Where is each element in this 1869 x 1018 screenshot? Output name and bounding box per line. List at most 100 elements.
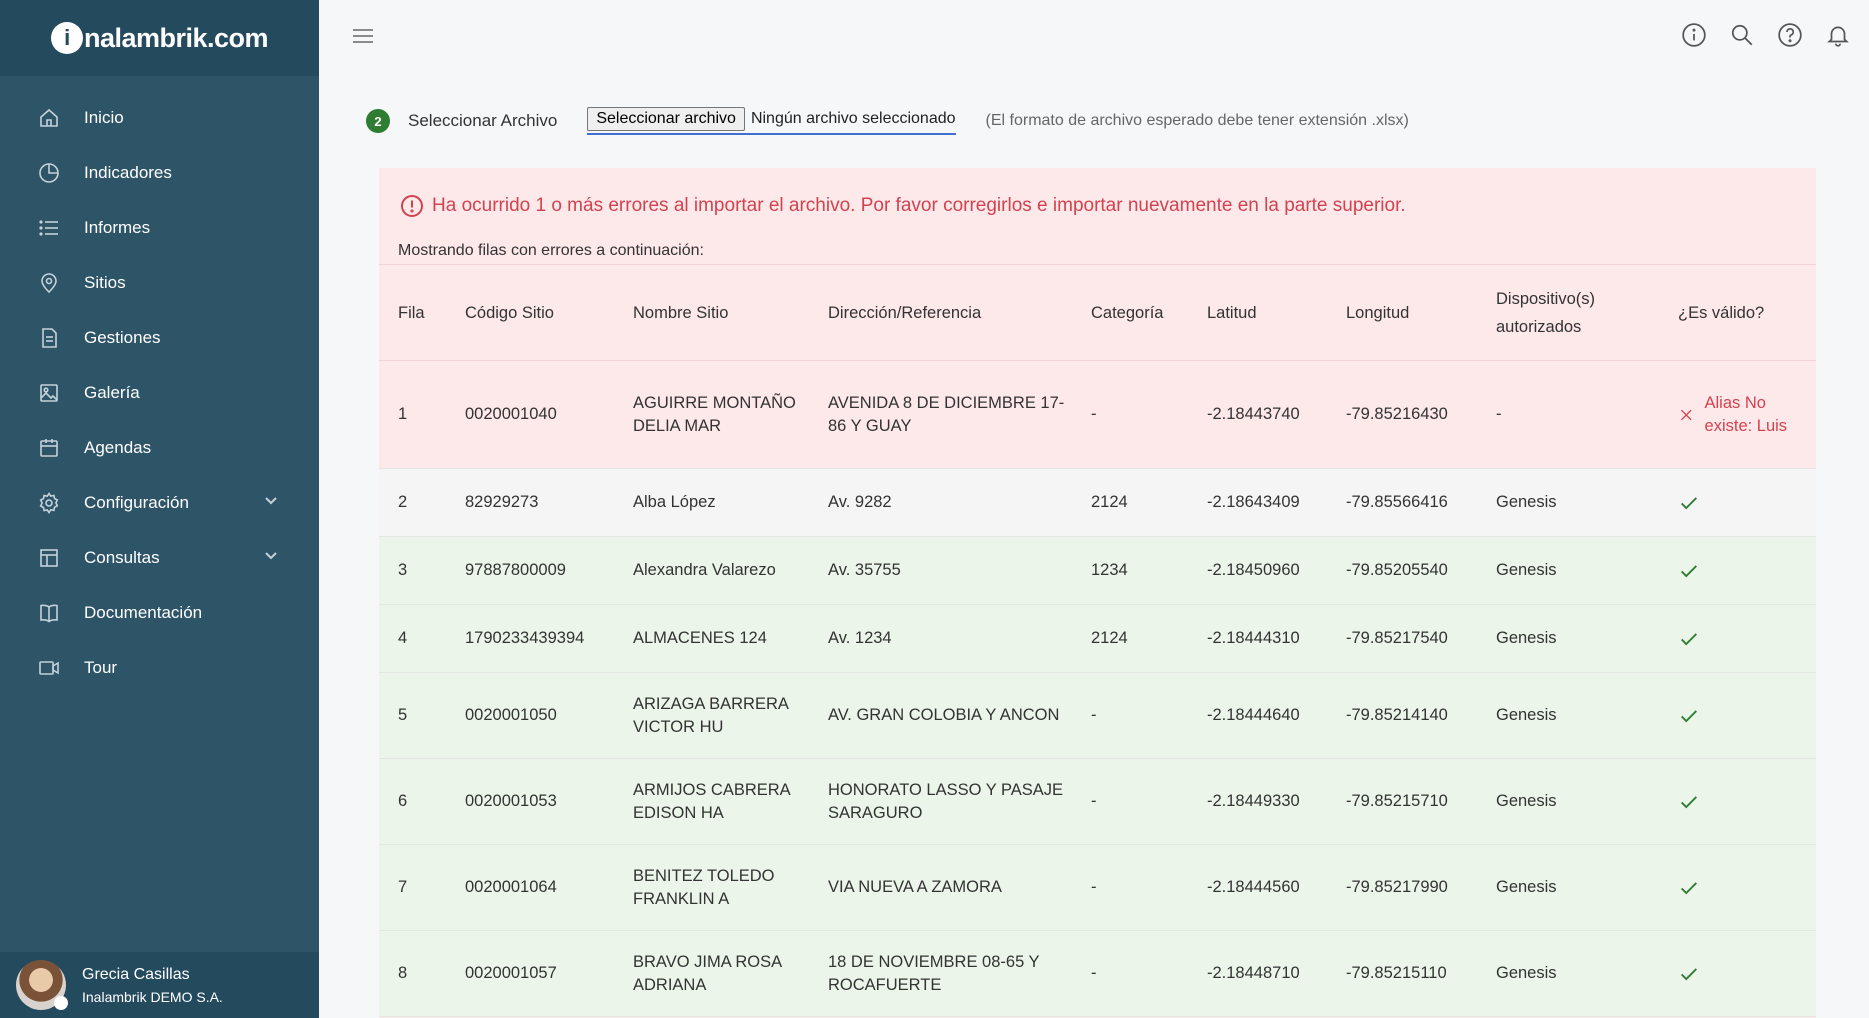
sidebar-item-gestiones[interactable]: Gestiones	[0, 310, 319, 365]
longitud-cell: -79.85566416	[1327, 468, 1477, 537]
sidebar-item-label: Tour	[84, 657, 118, 677]
home-icon	[36, 105, 62, 131]
dispositivos-cell: Genesis	[1477, 758, 1659, 845]
avatar[interactable]	[16, 960, 68, 1010]
categoria-cell: 1234	[1072, 536, 1188, 605]
logo-bar: i nalambrik.com	[0, 0, 319, 76]
user-company: Inalambrik DEMO S.A.	[82, 988, 223, 1005]
longitud-cell: -79.85217990	[1327, 844, 1477, 931]
fila-cell: 6	[379, 758, 446, 845]
categoria-cell: -	[1072, 930, 1188, 1017]
valid-cell	[1659, 536, 1816, 605]
nombre-cell: ARIZAGA BARRERA VICTOR HU	[614, 672, 809, 759]
topbar	[319, 0, 1869, 72]
nombre-cell: Alba López	[614, 468, 809, 537]
table-header-row: Fila Código Sitio Nombre Sitio Dirección…	[379, 264, 1816, 361]
check-icon	[1681, 967, 1697, 980]
sidebar-item-tour[interactable]: Tour	[0, 640, 319, 695]
longitud-cell: -79.85205540	[1327, 536, 1477, 605]
map-pin-icon	[36, 270, 62, 296]
latitud-cell: -2.18444310	[1188, 604, 1327, 673]
top-icons	[1681, 22, 1851, 53]
select-file-button[interactable]: Seleccionar archivo	[587, 107, 745, 131]
import-table: Fila Código Sitio Nombre Sitio Dirección…	[379, 264, 1816, 1017]
direccion-cell: VIA NUEVA A ZAMORA	[809, 844, 1072, 931]
col-longitud: Longitud	[1346, 303, 1410, 322]
logo[interactable]: i nalambrik.com	[50, 22, 269, 54]
file-input[interactable]: Seleccionar archivo Ningún archivo selec…	[587, 107, 956, 135]
sidebar-nav: Inicio Indicadores Informes Sitios Gestiones…	[0, 76, 319, 695]
sidebar-item-consultas[interactable]: Consultas	[0, 530, 319, 585]
check-icon	[1681, 795, 1697, 808]
latitud-cell: -2.18444640	[1188, 672, 1327, 759]
step-badge: 2	[366, 109, 390, 133]
check-icon	[1681, 881, 1697, 894]
table-row: 4 1790233439394 ALMACENES 124 Av. 1234 2124-…	[379, 604, 1816, 673]
longitud-cell: -79.85214140	[1327, 672, 1477, 759]
sidebar-item-label: Galería	[84, 382, 140, 402]
sidebar-item-agendas[interactable]: Agendas	[0, 420, 319, 475]
valid-cell	[1659, 844, 1816, 931]
info-icon[interactable]	[1681, 22, 1707, 53]
sidebar-item-configuracion[interactable]: Configuración	[0, 475, 319, 530]
codigo-cell: 1790233439394	[446, 604, 614, 673]
alert-circle-icon	[401, 195, 423, 217]
sidebar-item-label: Agendas	[84, 437, 152, 457]
latitud-cell: -2.18450960	[1188, 536, 1327, 605]
col-codigo-sitio: Código Sitio	[465, 303, 554, 322]
longitud-cell: -79.85217540	[1327, 604, 1477, 673]
book-icon	[36, 600, 62, 626]
help-icon[interactable]	[1777, 22, 1803, 53]
close-icon	[1680, 409, 1692, 420]
sidebar-item-label: Gestiones	[84, 327, 161, 347]
error-message: Ha ocurrido 1 o más errores al importar …	[400, 194, 1406, 218]
codigo-cell: 82929273	[446, 468, 614, 537]
codigo-cell: 0020001040	[446, 360, 614, 469]
bell-icon[interactable]	[1825, 22, 1851, 53]
table-row: 2 82929273 Alba López Av. 9282 2124 -2.186434…	[379, 468, 1816, 537]
import-errors-panel: Ha ocurrido 1 o más errores al importar …	[379, 168, 1816, 1018]
video-icon	[36, 655, 62, 681]
valid-cell	[1659, 672, 1816, 759]
sidebar-item-label: Informes	[84, 217, 151, 237]
search-icon[interactable]	[1729, 22, 1755, 53]
user-bar[interactable]: Grecia Casillas Inalambrik DEMO S.A.	[0, 952, 319, 1018]
sidebar-item-inicio[interactable]: Inicio	[0, 90, 319, 145]
logo-circle: i	[50, 22, 83, 54]
check-icon	[1681, 564, 1697, 577]
sidebar-item-label: Sitios	[84, 272, 126, 292]
sidebar-item-sitios[interactable]: Sitios	[0, 255, 319, 310]
sidebar-item-indicadores[interactable]: Indicadores	[0, 145, 319, 200]
valid-cell	[1659, 468, 1816, 537]
codigo-cell: 0020001064	[446, 844, 614, 931]
categoria-cell: -	[1072, 844, 1188, 931]
categoria-cell: -	[1072, 360, 1188, 469]
longitud-cell: -79.85215710	[1327, 758, 1477, 845]
menu-icon[interactable]	[351, 25, 375, 47]
direccion-cell: Av. 9282	[809, 468, 1072, 537]
direccion-cell: AVENIDA 8 DE DICIEMBRE 17-86 Y GUAY	[809, 360, 1072, 469]
check-icon	[1681, 632, 1697, 645]
sidebar-item-label: Inicio	[84, 107, 124, 127]
col-dispositivos-line1: Dispositivo(s)	[1496, 289, 1596, 308]
chevron-down-icon[interactable]	[263, 492, 279, 513]
image-icon	[36, 380, 62, 406]
chevron-down-icon[interactable]	[263, 547, 279, 568]
dispositivos-cell: Genesis	[1477, 536, 1659, 605]
latitud-cell: -2.18448710	[1188, 930, 1327, 1017]
table-row: 8 0020001057 BRAVO JIMA ROSA ADRIANA 18 DE …	[379, 930, 1816, 1017]
categoria-cell: 2124	[1072, 468, 1188, 537]
nombre-cell: Alexandra Valarezo	[614, 536, 809, 605]
latitud-cell: -2.18643409	[1188, 468, 1327, 537]
sidebar-item-informes[interactable]: Informes	[0, 200, 319, 255]
dispositivos-cell: Genesis	[1477, 844, 1659, 931]
sidebar-item-documentacion[interactable]: Documentación	[0, 585, 319, 640]
file-format-hint: (El formato de archivo esperado debe ten…	[985, 112, 1409, 129]
table-row: 3 97887800009 Alexandra Valarezo Av. 35755 1…	[379, 536, 1816, 605]
nombre-cell: AGUIRRE MONTAÑO DELIA MAR	[614, 360, 809, 469]
valid-cell	[1659, 604, 1816, 673]
sidebar: i nalambrik.com Inicio Indicadores Informes…	[0, 0, 319, 1018]
sidebar-item-galeria[interactable]: Galería	[0, 365, 319, 420]
check-icon	[1681, 709, 1697, 722]
file-status: Ningún archivo seleccionado	[750, 110, 956, 127]
